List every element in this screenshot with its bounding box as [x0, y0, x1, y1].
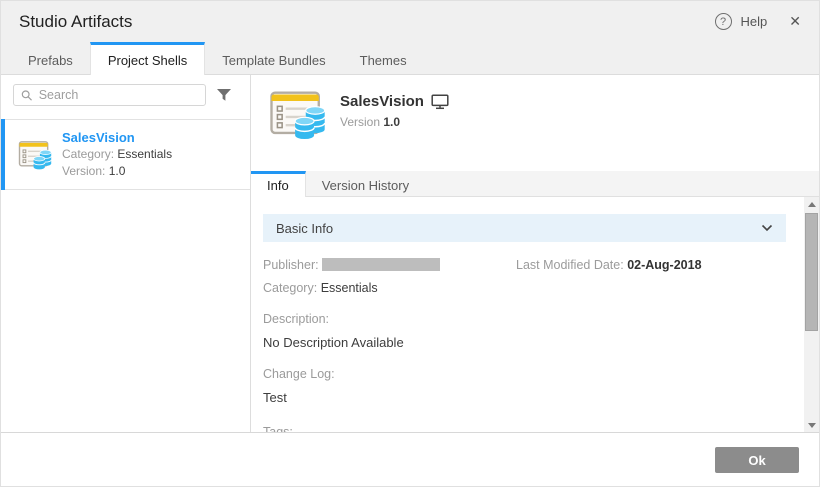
artifact-item-version: Version: 1.0 — [62, 163, 172, 180]
artifact-list-sidebar: SalesVision Category: Essentials Version… — [1, 75, 251, 432]
search-icon — [21, 89, 33, 102]
description-value: No Description Available — [263, 335, 786, 350]
detail-header: SalesVision Version 1.0 — [251, 75, 819, 171]
help-link[interactable]: Help — [741, 14, 768, 29]
filter-icon[interactable] — [216, 88, 232, 102]
changelog-value: Test — [263, 390, 786, 405]
dialog-title: Studio Artifacts — [19, 12, 715, 32]
close-icon[interactable]: ✕ — [789, 13, 801, 30]
tab-project-shells[interactable]: Project Shells — [90, 42, 205, 75]
artifact-item-title: SalesVision — [62, 129, 172, 146]
ok-button[interactable]: Ok — [715, 447, 799, 473]
scrollbar-thumb[interactable] — [805, 213, 818, 331]
detail-tabbar: Info Version History — [251, 171, 819, 197]
section-title: Basic Info — [276, 221, 333, 236]
titlebar-actions: ? Help ✕ — [715, 13, 801, 30]
artifact-detail-panel: SalesVision Version 1.0 Info Ver — [251, 75, 819, 432]
search-input[interactable] — [39, 88, 198, 102]
dialog-body: SalesVision Category: Essentials Version… — [1, 75, 819, 432]
studio-artifacts-dialog: Studio Artifacts ? Help ✕ Prefabs Projec… — [0, 0, 820, 487]
artifact-icon — [18, 139, 52, 170]
detail-version: Version 1.0 — [340, 115, 449, 129]
detail-content: Basic Info Publisher: Last Modified D — [251, 197, 804, 432]
vertical-scrollbar[interactable] — [804, 197, 819, 432]
basic-info-section-header[interactable]: Basic Info — [263, 214, 786, 242]
tab-template-bundles[interactable]: Template Bundles — [205, 42, 342, 75]
artifact-item-texts: SalesVision Category: Essentials Version… — [62, 129, 172, 180]
artifact-icon-large — [269, 88, 326, 140]
tab-themes[interactable]: Themes — [343, 42, 424, 75]
category-field: Category: Essentials — [263, 281, 786, 295]
last-modified-field: Last Modified Date: 02-Aug-2018 — [516, 258, 786, 272]
tab-info[interactable]: Info — [251, 171, 306, 197]
artifact-list-item-salesvision[interactable]: SalesVision Category: Essentials Version… — [1, 119, 250, 190]
detail-content-wrap: Basic Info Publisher: Last Modified D — [251, 197, 819, 432]
publisher-redacted-value — [322, 258, 440, 271]
dialog-footer: Ok — [1, 432, 819, 487]
tags-label: Tags: — [263, 425, 786, 432]
changelog-label: Change Log: — [263, 367, 786, 381]
description-label: Description: — [263, 312, 786, 326]
search-row — [1, 75, 250, 106]
chevron-down-icon — [761, 224, 773, 232]
scrollbar-down-arrow[interactable] — [804, 418, 819, 432]
artifact-type-tabbar: Prefabs Project Shells Template Bundles … — [1, 42, 819, 75]
tab-version-history[interactable]: Version History — [306, 171, 425, 197]
tab-prefabs[interactable]: Prefabs — [11, 42, 90, 75]
desktop-monitor-icon — [431, 94, 449, 110]
dialog-titlebar: Studio Artifacts ? Help ✕ — [1, 1, 819, 42]
publisher-row: Publisher: Last Modified Date: 02-Aug-20… — [263, 258, 786, 272]
publisher-field: Publisher: — [263, 258, 516, 272]
detail-title: SalesVision — [340, 93, 424, 110]
artifact-item-category: Category: Essentials — [62, 146, 172, 163]
search-box[interactable] — [13, 84, 206, 106]
detail-title-block: SalesVision Version 1.0 — [340, 88, 449, 171]
scrollbar-up-arrow[interactable] — [804, 197, 819, 211]
help-icon[interactable]: ? — [715, 13, 732, 30]
selected-indicator — [1, 119, 5, 190]
